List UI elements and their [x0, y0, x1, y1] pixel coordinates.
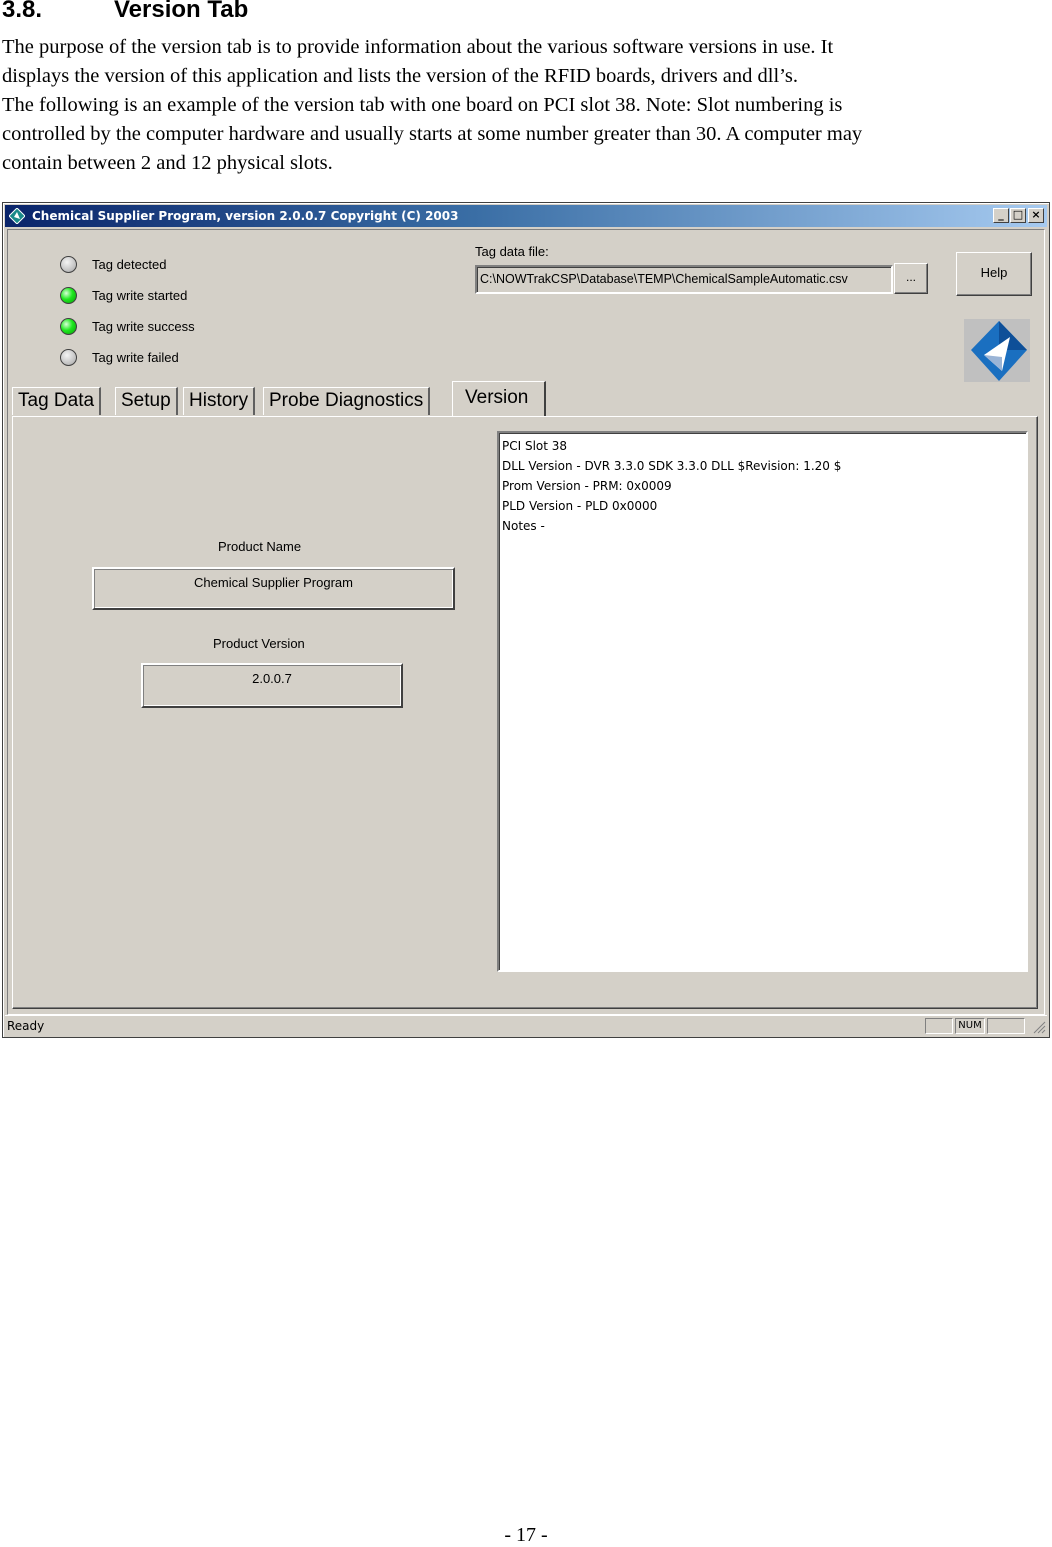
status-pane-num: NUM: [955, 1018, 985, 1034]
indicator-label: Tag detected: [92, 257, 167, 272]
section-heading: 3.8. Version Tab: [2, 0, 248, 24]
browse-button[interactable]: ...: [894, 263, 928, 294]
minimize-button[interactable]: _: [993, 208, 1009, 223]
status-pane-caps: [925, 1018, 953, 1034]
section-title: Version Tab: [114, 0, 249, 23]
resize-grip-icon[interactable]: [1032, 1020, 1046, 1034]
status-text: Ready: [7, 1019, 45, 1033]
tag-data-file-label: Tag data file:: [475, 244, 549, 259]
tab-version[interactable]: Version: [452, 381, 547, 416]
paragraph-line: displays the version of this application…: [2, 65, 798, 87]
product-version-field: 2.0.0.7: [141, 663, 403, 708]
status-bar: Ready NUM: [5, 1015, 1047, 1035]
led-tag-write-success-icon: [60, 318, 77, 335]
paragraph-purpose: The purpose of the version tab is to pro…: [2, 33, 833, 91]
product-version-label: Product Version: [213, 636, 305, 651]
maximize-button[interactable]: □: [1010, 208, 1026, 223]
tag-data-file-input[interactable]: C:\NOWTrakCSP\Database\TEMP\ChemicalSamp…: [475, 265, 893, 294]
product-name-label: Product Name: [218, 539, 302, 554]
app-window: Chemical Supplier Program, version 2.0.0…: [2, 202, 1050, 1038]
status-pane-scroll: [987, 1018, 1025, 1034]
version-info-line: Prom Version - PRM: 0x0009: [502, 479, 672, 493]
product-name-field: Chemical Supplier Program: [92, 567, 455, 610]
version-info-line: PCI Slot 38: [502, 439, 568, 453]
tab-probe-diagnostics[interactable]: Probe Diagnostics: [263, 387, 431, 415]
close-button[interactable]: ×: [1028, 208, 1044, 223]
version-info-line: DLL Version - DVR 3.3.0 SDK 3.3.0 DLL $R…: [502, 459, 842, 473]
client-area: Tag detected Tag write started Tag write…: [7, 229, 1045, 1015]
paragraph-line: contain between 2 and 12 physical slots.: [2, 152, 333, 174]
led-tag-write-started-icon: [60, 287, 77, 304]
help-button[interactable]: Help: [956, 252, 1032, 296]
title-bar[interactable]: Chemical Supplier Program, version 2.0.0…: [5, 205, 1047, 227]
version-info-line: PLD Version - PLD 0x0000: [502, 499, 658, 513]
company-logo-icon: [964, 319, 1030, 382]
paragraph-example: The following is an example of the versi…: [2, 91, 862, 178]
led-tag-detected-icon: [60, 256, 77, 273]
tab-history[interactable]: History: [183, 387, 256, 415]
indicator-label: Tag write failed: [92, 350, 179, 365]
indicator-label: Tag write success: [92, 319, 195, 334]
indicator-label: Tag write started: [92, 288, 188, 303]
version-info-textbox[interactable]: PCI Slot 38 DLL Version - DVR 3.3.0 SDK …: [497, 431, 1028, 972]
paragraph-line: The following is an example of the versi…: [2, 94, 843, 116]
page-number: - 17 -: [504, 1524, 548, 1546]
version-info-line: Notes -: [502, 519, 545, 533]
paragraph-line: The purpose of the version tab is to pro…: [2, 36, 834, 58]
section-number: 3.8.: [2, 0, 43, 23]
app-logo-icon: [9, 208, 25, 224]
window-title: Chemical Supplier Program, version 2.0.0…: [32, 209, 459, 223]
tab-tag-data[interactable]: Tag Data: [12, 387, 102, 415]
led-tag-write-failed-icon: [60, 349, 77, 366]
paragraph-line: controlled by the computer hardware and …: [2, 123, 863, 145]
tab-setup[interactable]: Setup: [115, 387, 178, 415]
